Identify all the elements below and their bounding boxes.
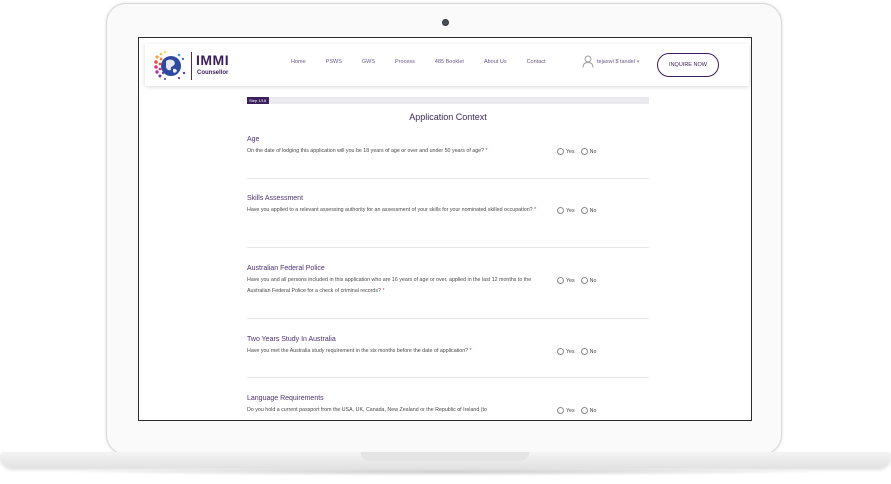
required-marker: * (382, 288, 385, 294)
nav-process[interactable]: Process (395, 59, 415, 65)
section-australian-federal-police: Australian Federal Police Have you and a… (247, 265, 649, 319)
radio-yes[interactable] (557, 407, 564, 414)
yes-no-options: Yes No (557, 407, 602, 414)
yes-no-options: Yes No (557, 348, 602, 355)
section-language-requirements: Language Requirements Do you hold a curr… (247, 395, 649, 414)
main-nav: Home PSWS GWS Process 485 Booklet About … (291, 59, 546, 65)
webcam-icon (442, 19, 449, 26)
nav-contact[interactable]: Contact (527, 59, 546, 65)
screen: IMMI Counsellor Home PSWS GWS Process 48… (138, 37, 752, 421)
option-yes[interactable]: Yes (557, 407, 575, 414)
radio-yes[interactable] (557, 348, 564, 355)
section-age: Age On the date of lodging this applicat… (247, 136, 649, 179)
progress-label: Step 1/18 (249, 98, 267, 103)
section-title: Language Requirements (247, 395, 324, 402)
nav-gws[interactable]: GWS (362, 59, 375, 65)
globe-logo-icon (154, 51, 186, 80)
section-title: Skills Assessment (247, 195, 304, 202)
site-header: IMMI Counsellor Home PSWS GWS Process 48… (145, 44, 749, 86)
chevron-down-icon: ▾ (636, 58, 640, 65)
section-skills-assessment: Skills Assessment Have you applied to a … (247, 195, 649, 248)
radio-no[interactable] (580, 277, 588, 284)
radio-no[interactable] (580, 207, 588, 214)
brand-subtitle: Counsellor (197, 70, 229, 76)
section-title: Australian Federal Police (247, 265, 325, 272)
required-marker: * (485, 148, 488, 154)
radio-yes[interactable] (557, 207, 564, 214)
laptop-base-notch (361, 452, 529, 461)
radio-no[interactable] (580, 148, 588, 155)
option-no[interactable]: No (580, 348, 596, 355)
user-avatar-icon (582, 55, 594, 68)
nav-485-booklet[interactable]: 485 Booklet (435, 59, 464, 65)
option-no[interactable]: No (580, 277, 596, 284)
radio-no[interactable] (580, 407, 588, 414)
section-two-years-study: Two Years Study In Australia Have you me… (247, 336, 649, 378)
logo-separator (191, 52, 192, 80)
question-text: Have you met the Australia study require… (247, 348, 472, 354)
nav-home[interactable]: Home (291, 59, 306, 65)
section-divider (247, 178, 649, 179)
question-text: Have you and all persons included in thi… (247, 277, 532, 294)
radio-yes[interactable] (557, 148, 564, 155)
laptop-shadow (60, 468, 831, 476)
option-yes[interactable]: Yes (557, 348, 575, 355)
page-title: Application Context (409, 112, 487, 122)
section-divider (247, 377, 649, 378)
required-marker: * (534, 207, 537, 213)
question-text: Have you applied to a relevant assessing… (247, 207, 537, 213)
progress-fill: Step 1/18 (247, 97, 269, 104)
option-no[interactable]: No (580, 207, 596, 214)
option-yes[interactable]: Yes (557, 148, 575, 155)
yes-no-options: Yes No (557, 148, 602, 155)
section-title: Two Years Study In Australia (247, 336, 336, 343)
nav-about-us[interactable]: About Us (484, 59, 507, 65)
question-text: On the date of lodging this application … (247, 148, 488, 154)
user-name: tejaswi $ tandel (597, 58, 635, 65)
option-yes[interactable]: Yes (557, 207, 575, 214)
option-yes[interactable]: Yes (557, 277, 575, 284)
yes-no-options: Yes No (557, 277, 602, 284)
section-divider (247, 318, 649, 319)
inquire-now-button[interactable]: INQUIRE NOW (657, 53, 719, 77)
section-title: Age (247, 136, 260, 143)
brand-title: IMMI (196, 52, 230, 68)
user-menu[interactable]: tejaswi $ tandel ▾ (582, 55, 639, 68)
required-marker: * (469, 348, 472, 354)
option-no[interactable]: No (580, 407, 596, 414)
option-no[interactable]: No (580, 148, 596, 155)
radio-no[interactable] (580, 348, 588, 355)
question-text: Do you hold a current passport from the … (247, 407, 487, 413)
yes-no-options: Yes No (557, 207, 602, 214)
step-progress-bar: Step 1/18 (247, 97, 649, 104)
brand-logo[interactable]: IMMI Counsellor (153, 49, 243, 83)
radio-yes[interactable] (557, 277, 564, 284)
section-divider (247, 247, 649, 248)
nav-psws[interactable]: PSWS (326, 59, 342, 65)
